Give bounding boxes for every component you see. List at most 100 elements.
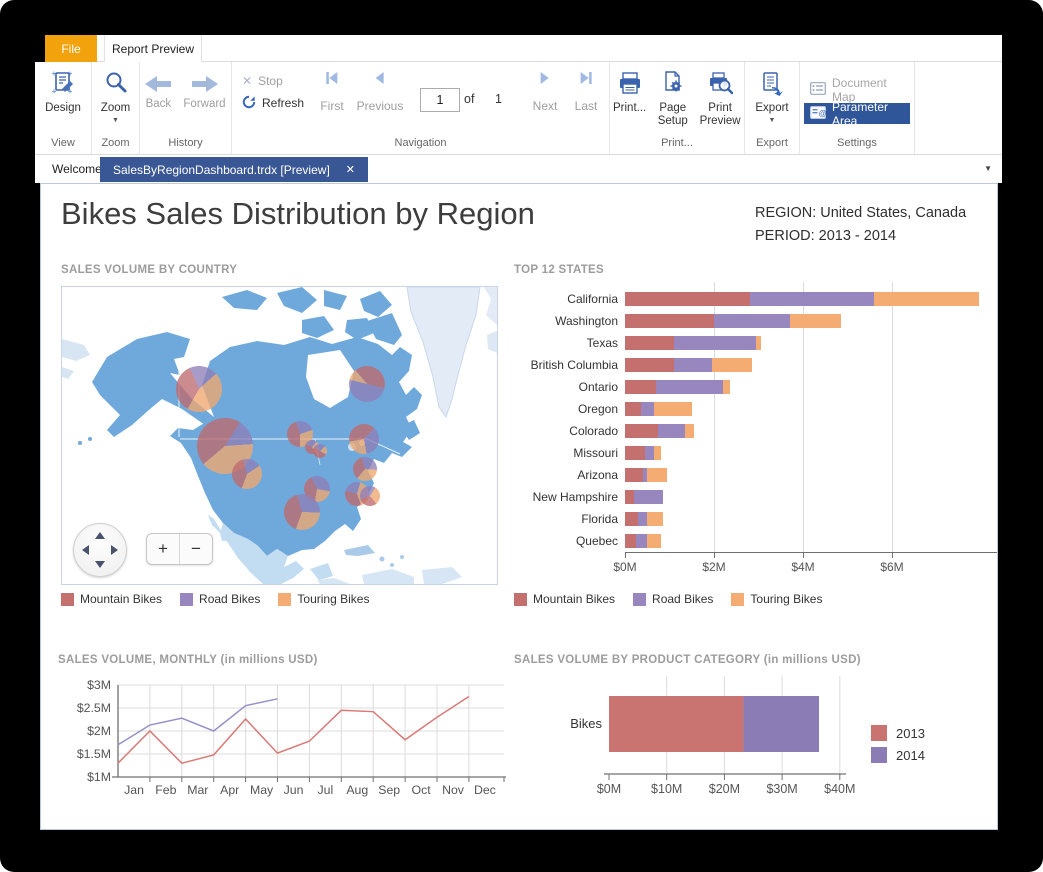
map-zoom-out-button[interactable]: − xyxy=(179,534,212,564)
print-preview-button[interactable]: Print Preview xyxy=(696,68,744,130)
svg-text:Oct: Oct xyxy=(412,783,432,797)
map-legend: Mountain Bikes Road Bikes Touring Bikes xyxy=(61,592,369,606)
next-page-icon xyxy=(537,71,553,88)
next-page-button[interactable]: Next xyxy=(533,71,558,113)
top12-row: Quebec xyxy=(514,530,998,552)
pan-left-icon[interactable] xyxy=(82,545,89,555)
report-preview-ribbon-tab[interactable]: Report Preview xyxy=(104,35,202,62)
document-map-icon xyxy=(810,82,826,98)
monthly-chart-title: SALES VOLUME, MONTHLY (in millions USD) xyxy=(58,654,318,666)
previous-page-button[interactable]: Previous xyxy=(357,71,404,113)
svg-text:$2.5M: $2.5M xyxy=(77,701,111,715)
back-arrow-icon xyxy=(145,70,171,95)
tab-sales-dashboard[interactable]: SalesByRegionDashboard.trdx [Preview] ✕ xyxy=(100,157,368,182)
tab-overflow-icon[interactable]: ▼ xyxy=(984,164,992,173)
page-setup-button[interactable]: Page Setup xyxy=(651,68,694,130)
pan-right-icon[interactable] xyxy=(111,545,118,555)
svg-text:$3M: $3M xyxy=(87,678,111,692)
svg-text:2013: 2013 xyxy=(896,726,925,741)
report-preview-panel: Bikes Sales Distribution by Region REGIO… xyxy=(40,183,998,830)
top12-chart: $0M$2M$4M$6MCaliforniaWashingtonTexasBri… xyxy=(514,278,998,578)
magnifier-icon xyxy=(103,70,129,99)
map-pan-control[interactable] xyxy=(73,523,127,577)
back-button[interactable]: Back xyxy=(142,68,174,113)
export-icon xyxy=(759,70,785,99)
svg-text:Dec: Dec xyxy=(474,783,496,797)
svg-text:$1.5M: $1.5M xyxy=(77,747,111,761)
pan-up-icon[interactable] xyxy=(95,532,105,539)
dropdown-icon: ▼ xyxy=(769,118,776,124)
page-total-label: 1 xyxy=(495,92,502,106)
svg-text:Feb: Feb xyxy=(155,783,176,797)
group-label-zoom: Zoom xyxy=(92,135,139,154)
svg-text:$2M: $2M xyxy=(87,724,111,738)
top12-chart-title: TOP 12 STATES xyxy=(514,264,604,276)
ribbon-group-export: Export ▼ Export xyxy=(745,62,800,154)
top12-legend: Mountain Bikes Road Bikes Touring Bikes xyxy=(514,592,822,606)
map-pie-marker xyxy=(360,486,380,506)
first-page-button[interactable]: First xyxy=(320,71,343,113)
zoom-button[interactable]: Zoom ▼ xyxy=(98,68,133,126)
refresh-button[interactable]: Refresh xyxy=(242,92,304,114)
legend-item: Mountain Bikes xyxy=(61,592,162,606)
refresh-icon xyxy=(242,95,256,112)
pan-down-icon[interactable] xyxy=(95,561,105,568)
last-page-icon xyxy=(578,71,594,88)
group-label-export: Export xyxy=(745,135,799,154)
legend-swatch xyxy=(514,593,527,606)
print-preview-icon xyxy=(707,70,733,99)
map-pie-marker xyxy=(232,459,262,489)
category-chart: $0M$10M$20M$30M$40MBikes20132014 xyxy=(514,668,998,802)
document-tab-strip: Welcome SalesByRegionDashboard.trdx [Pre… xyxy=(35,155,1002,183)
last-page-button[interactable]: Last xyxy=(575,71,598,113)
export-button[interactable]: Export ▼ xyxy=(752,68,791,126)
page-of-label: of xyxy=(464,92,474,106)
svg-text:Sep: Sep xyxy=(378,783,400,797)
close-icon[interactable]: ✕ xyxy=(346,163,355,176)
svg-text:$20M: $20M xyxy=(709,782,740,796)
legend-swatch xyxy=(61,593,74,606)
design-button[interactable]: Design xyxy=(42,68,84,117)
svg-text:Jul: Jul xyxy=(318,783,334,797)
top12-row: Missouri xyxy=(514,442,998,464)
parameter-area-toggle[interactable]: @ Parameter Area xyxy=(804,103,910,124)
legend-swatch xyxy=(633,593,646,606)
app-window: File Report Preview Design xyxy=(0,0,1043,872)
svg-text:@: @ xyxy=(819,109,827,118)
period-parameter: PERIOD: 2013 - 2014 xyxy=(755,225,966,248)
top12-row: Washington xyxy=(514,310,998,332)
document-map-toggle[interactable]: Document Map xyxy=(804,79,910,100)
dropdown-icon: ▼ xyxy=(112,118,119,124)
print-button[interactable]: Print... xyxy=(610,68,649,117)
category-chart-title: SALES VOLUME BY PRODUCT CATEGORY (in mil… xyxy=(514,654,861,666)
svg-text:Aug: Aug xyxy=(346,783,368,797)
top12-row: British Columbia xyxy=(514,354,998,376)
map-pie-marker xyxy=(284,494,320,530)
region-parameter: REGION: United States, Canada xyxy=(755,202,966,225)
ribbon-group-zoom: Zoom ▼ Zoom xyxy=(92,62,140,154)
ribbon-group-view: Design View xyxy=(35,62,92,154)
map-pie-marker xyxy=(349,424,379,454)
map-zoom-in-button[interactable]: + xyxy=(147,534,179,564)
top12-row: Oregon xyxy=(514,398,998,420)
top12-row: Colorado xyxy=(514,420,998,442)
map-pie-marker xyxy=(349,366,385,402)
legend-item: Touring Bikes xyxy=(278,592,369,606)
file-menu-tab[interactable]: File xyxy=(45,35,97,62)
ribbon: Design View Zoom ▼ Zoom xyxy=(35,62,1002,155)
ribbon-group-navigation: ✕ Stop Refresh xyxy=(232,62,610,154)
sales-map[interactable]: + − xyxy=(61,286,498,585)
svg-text:Apr: Apr xyxy=(220,783,239,797)
svg-text:$10M: $10M xyxy=(651,782,682,796)
stop-button[interactable]: ✕ Stop xyxy=(242,70,304,92)
page-number-input[interactable] xyxy=(420,88,460,112)
top12-row: Florida xyxy=(514,508,998,530)
svg-text:Nov: Nov xyxy=(442,783,465,797)
svg-text:Jan: Jan xyxy=(124,783,144,797)
legend-item: Touring Bikes xyxy=(731,592,822,606)
parameter-area-icon: @ xyxy=(810,106,826,122)
svg-text:$0M: $0M xyxy=(597,782,621,796)
ribbon-group-print: Print... Page Setup xyxy=(610,62,745,154)
top12-row: California xyxy=(514,288,998,310)
forward-button[interactable]: Forward xyxy=(180,68,228,113)
